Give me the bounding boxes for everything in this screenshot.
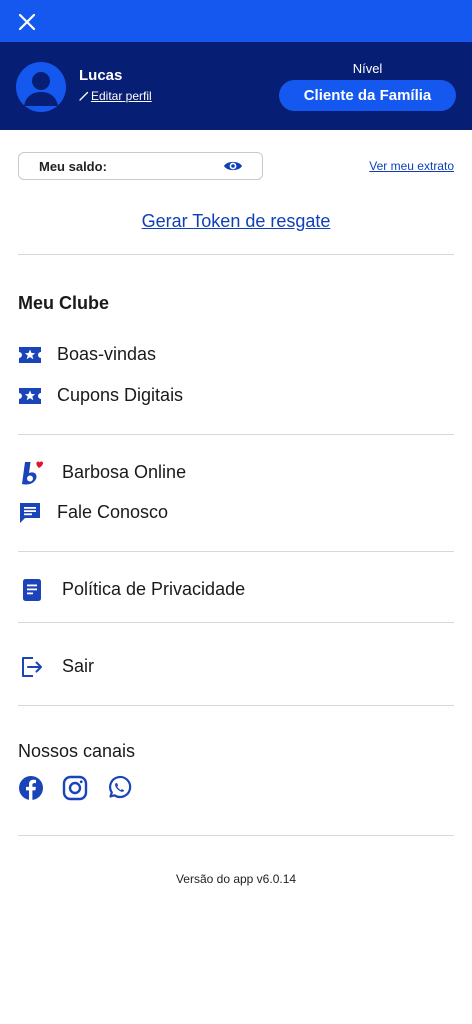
menu-item-label: Sair	[62, 656, 95, 676]
divider	[18, 434, 454, 435]
menu-item-cupons-digitais[interactable]: Cupons Digitais	[0, 379, 472, 413]
menu-item-label: Barbosa Online	[62, 462, 187, 482]
balance-box: Meu saldo:	[18, 152, 263, 180]
divider	[18, 835, 454, 836]
menu-item-boas-vindas[interactable]: Boas-vindas	[0, 338, 472, 372]
facebook-icon[interactable]	[18, 775, 44, 801]
menu-item-label: Cupons Digitais	[57, 385, 184, 405]
menu-item-label: Política de Privacidade	[62, 579, 246, 599]
menu-item-logout[interactable]: Sair	[0, 650, 472, 684]
divider	[18, 551, 454, 552]
menu-item-fale-conosco[interactable]: Fale Conosco	[0, 496, 472, 530]
statement-link[interactable]: Ver meu extrato	[369, 159, 454, 173]
document-icon	[23, 579, 41, 601]
user-name: Lucas	[79, 67, 123, 84]
level-label: Nível	[352, 61, 383, 76]
menu-item-label: Fale Conosco	[57, 502, 169, 522]
balance-label: Meu saldo:	[39, 159, 107, 174]
top-bar	[0, 0, 472, 42]
logout-icon	[22, 657, 42, 677]
channels-section-title: Nossos canais	[18, 741, 136, 761]
avatar	[16, 62, 66, 112]
eye-icon[interactable]	[223, 158, 243, 174]
generate-token-link[interactable]: Gerar Token de resgate	[0, 211, 472, 232]
whatsapp-icon[interactable]	[106, 775, 132, 801]
divider	[18, 254, 454, 255]
chat-icon	[20, 503, 40, 523]
pencil-icon	[79, 91, 89, 101]
profile-header: Lucas Editar perfil Nível Cliente da Fam…	[0, 42, 472, 130]
menu-item-barbosa-online[interactable]: Barbosa Online	[0, 456, 472, 490]
divider	[18, 705, 454, 706]
ticket-star-icon	[19, 347, 41, 363]
close-icon[interactable]	[14, 9, 40, 35]
user-icon	[24, 72, 58, 106]
instagram-icon[interactable]	[62, 775, 88, 801]
level-badge: Cliente da Família	[279, 80, 456, 111]
divider	[18, 622, 454, 623]
edit-profile-link[interactable]: Editar perfil	[79, 89, 152, 103]
club-section-title: Meu Clube	[18, 293, 110, 313]
edit-profile-label: Editar perfil	[91, 89, 152, 103]
app-version: Versão do app v6.0.14	[175, 872, 297, 886]
barbosa-logo-icon	[22, 461, 44, 485]
menu-item-privacy-policy[interactable]: Política de Privacidade	[0, 573, 472, 607]
ticket-star-icon	[19, 388, 41, 404]
menu-item-label: Boas-vindas	[57, 344, 157, 364]
